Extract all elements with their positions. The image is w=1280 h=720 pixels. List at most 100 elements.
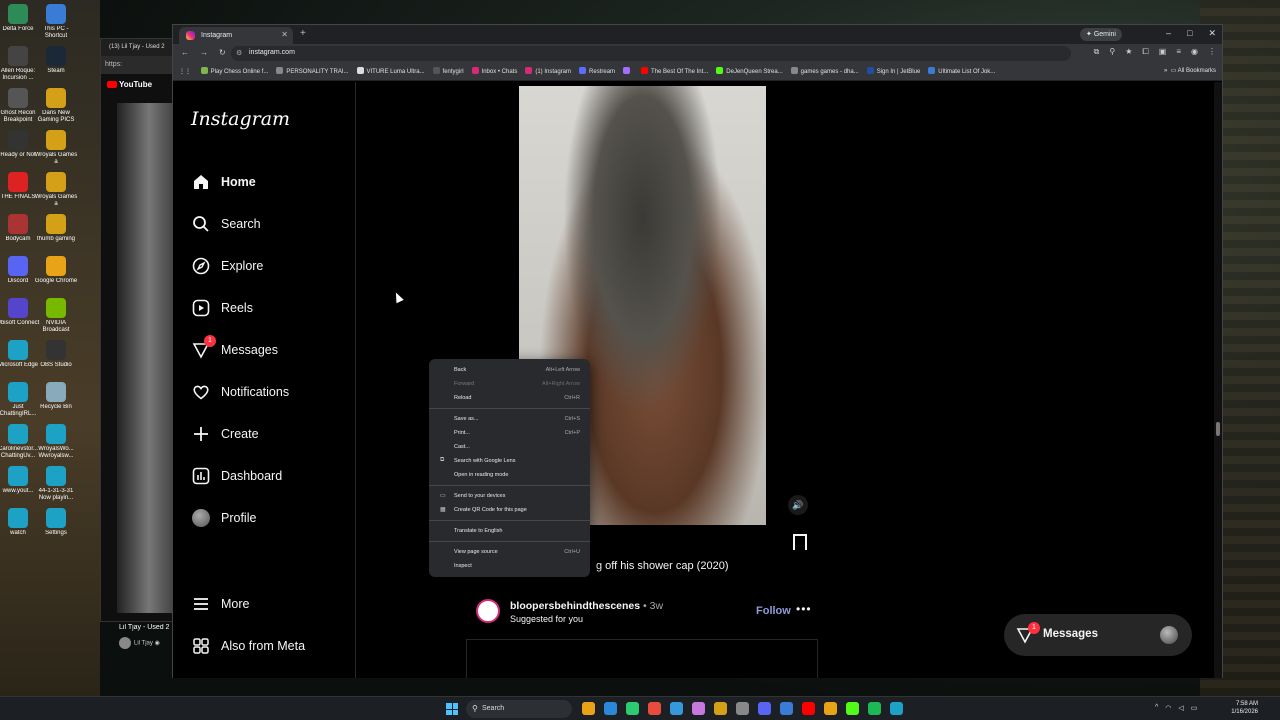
floating-messages-button[interactable]: 1 Messages [1004, 614, 1192, 656]
profile-icon[interactable]: ◉ [1191, 47, 1198, 57]
sidebar-item-home[interactable]: Home [191, 171, 256, 193]
follow-button[interactable]: Follow [756, 605, 791, 617]
sidebar-item-explore[interactable]: Explore [191, 255, 263, 277]
scrollbar-thumb[interactable] [1216, 422, 1220, 436]
cast-icon[interactable]: ⧉ [1094, 47, 1100, 57]
context-menu-item[interactable]: View page source Ctrl+U [429, 545, 590, 559]
desktop-icon[interactable]: NVIDIA Broadcast [34, 298, 78, 334]
suggested-username[interactable]: bloopersbehindthescenes • 3w [510, 600, 663, 612]
sidebar-item-create[interactable]: Create [191, 423, 259, 445]
desktop-icon[interactable]: Wroyals Games a [34, 172, 78, 208]
extensions-icon[interactable]: ⧠ [1142, 47, 1148, 57]
context-menu-item[interactable]: Inspect [429, 559, 590, 573]
context-menu-item[interactable]: Save as... Ctrl+S [429, 412, 590, 426]
bookmark-item[interactable]: Play Chess Online f... [200, 67, 268, 75]
sidebar-item-more[interactable]: More [191, 593, 249, 615]
context-menu-item[interactable]: Back Alt+Left Arrow [429, 363, 590, 377]
youtube-channel[interactable]: Lil Tjay ◉ [119, 637, 160, 649]
desktop-icon[interactable]: thumb gaming [34, 214, 78, 243]
close-tab-icon[interactable]: ✕ [281, 30, 288, 39]
taskbar-app-icon[interactable] [824, 702, 837, 715]
media-icon[interactable]: ≡ [1176, 47, 1181, 57]
minimize-button[interactable]: – [1166, 28, 1171, 39]
tab-instagram[interactable]: Instagram ✕ [179, 27, 293, 44]
desktop-icon[interactable]: WroyalsWo... Wwroyalsw... [34, 424, 78, 460]
desktop-icon[interactable]: This PC - Shortcut [34, 4, 78, 40]
close-window-button[interactable]: ✕ [1208, 28, 1216, 39]
sidebar-item-reels[interactable]: Reels [191, 297, 253, 319]
volume-icon[interactable]: 🔊 [788, 495, 808, 515]
desktop-icon[interactable]: 44-1-31-3-31 Now playin... [34, 466, 78, 502]
context-menu-item[interactable]: Print... Ctrl+P [429, 426, 590, 440]
save-post-icon[interactable] [793, 534, 807, 554]
site-info-icon[interactable]: ⚙ [236, 49, 242, 57]
bookmark-item[interactable]: The Best Of The Int... [641, 67, 708, 75]
address-bar[interactable]: ⚙ instagram.com [231, 46, 1071, 61]
bookmark-item[interactable]: PERSONALITY TRAI... [276, 67, 349, 75]
desktop-icon[interactable]: Wroyals Games a [34, 130, 78, 166]
new-tab-button[interactable]: + [300, 28, 306, 39]
windows-start-icon[interactable] [446, 703, 458, 715]
more-options-icon[interactable]: ••• [796, 602, 812, 616]
sidebar-item-notifications[interactable]: Notifications [191, 381, 289, 403]
star-bookmark-icon[interactable]: ★ [1125, 47, 1132, 57]
sidebar-item-messages[interactable]: 1 Messages [191, 335, 278, 361]
bookmark-item[interactable]: Restream [579, 67, 615, 75]
taskbar-app-icon[interactable] [648, 702, 661, 715]
context-menu-item[interactable]: Open in reading mode [429, 468, 590, 482]
taskbar-app-icon[interactable] [758, 702, 771, 715]
chevron-up-icon[interactable]: ^ [1155, 704, 1158, 712]
bookmark-item[interactable]: (1) Instagram [525, 67, 571, 75]
bookmark-item[interactable]: fentygirl [432, 67, 464, 75]
taskbar-app-icon[interactable] [780, 702, 793, 715]
taskbar-app-icon[interactable] [846, 702, 859, 715]
speaker-icon[interactable]: ◁ [1178, 704, 1183, 712]
zoom-icon[interactable]: ⚲ [1109, 47, 1115, 57]
maximize-button[interactable]: □ [1187, 28, 1192, 39]
back-arrow-icon[interactable]: ← [181, 48, 189, 57]
taskbar-app-icon[interactable] [582, 702, 595, 715]
bookmark-item[interactable]: DeJenQueen Strea... [716, 67, 783, 75]
forward-arrow-icon[interactable]: → [200, 48, 208, 57]
avatar[interactable] [476, 599, 500, 623]
gemini-button[interactable]: ✦ Gemini [1080, 28, 1122, 41]
wifi-icon[interactable]: ◠ [1165, 704, 1171, 712]
taskbar-search[interactable]: ⚲ Search [466, 700, 572, 718]
taskbar-app-icon[interactable] [868, 702, 881, 715]
bookmark-item[interactable]: VITURE Luma Ultra... [356, 67, 425, 75]
sidepanel-icon[interactable]: ▣ [1159, 47, 1167, 57]
bookmark-item[interactable]: Ultimate List Of Jok... [928, 67, 995, 75]
desktop-icon[interactable]: Dans New Gaming PICS [34, 88, 78, 124]
desktop-icon[interactable]: Recycle Bin [34, 382, 78, 411]
taskbar-app-icon[interactable] [692, 702, 705, 715]
sidebar-item-also-from-meta[interactable]: Also from Meta [191, 635, 305, 657]
battery-icon[interactable]: ▭ [1191, 704, 1198, 712]
taskbar-app-icon[interactable] [736, 702, 749, 715]
context-menu-item[interactable]: Reload Ctrl+R [429, 391, 590, 405]
context-menu-item[interactable]: Translate to English [429, 524, 590, 538]
menu-kebab-icon[interactable]: ⋮ [1208, 47, 1216, 57]
desktop-icon[interactable]: Steam [34, 46, 78, 75]
taskbar-app-icon[interactable] [802, 702, 815, 715]
context-menu-item[interactable]: ▭ Send to your devices [429, 489, 590, 503]
sidebar-item-search[interactable]: Search [191, 213, 261, 235]
taskbar-app-icon[interactable] [714, 702, 727, 715]
desktop-icon[interactable]: Google Chrome [34, 256, 78, 285]
all-bookmarks-button[interactable]: » ▭ All Bookmarks [1159, 67, 1216, 74]
youtube-tab[interactable]: (13) Lil Tjay - Used 2 [101, 39, 179, 56]
desktop-icon[interactable]: OBS Studio [34, 340, 78, 369]
taskbar-app-icon[interactable] [604, 702, 617, 715]
taskbar-app-icon[interactable] [670, 702, 683, 715]
context-menu-item[interactable]: ▦ Create QR Code for this page [429, 503, 590, 517]
desktop-icon[interactable]: Settings [34, 508, 78, 537]
apps-grid-icon[interactable]: ⋮⋮ [179, 68, 191, 75]
sidebar-item-dashboard[interactable]: Dashboard [191, 465, 282, 487]
page-scrollbar[interactable] [1214, 82, 1222, 678]
youtube-address-bar[interactable]: https: [101, 56, 179, 74]
context-menu-item[interactable]: Cast... [429, 440, 590, 454]
bookmark-item[interactable]: Sign In | JetBlue [866, 67, 920, 75]
next-post-media[interactable] [466, 639, 818, 678]
context-menu-item[interactable]: ⧉ Search with Google Lens [429, 454, 590, 468]
bookmark-item[interactable]: Inbox • Chats [471, 67, 517, 75]
sidebar-item-profile[interactable]: Profile [191, 507, 256, 529]
